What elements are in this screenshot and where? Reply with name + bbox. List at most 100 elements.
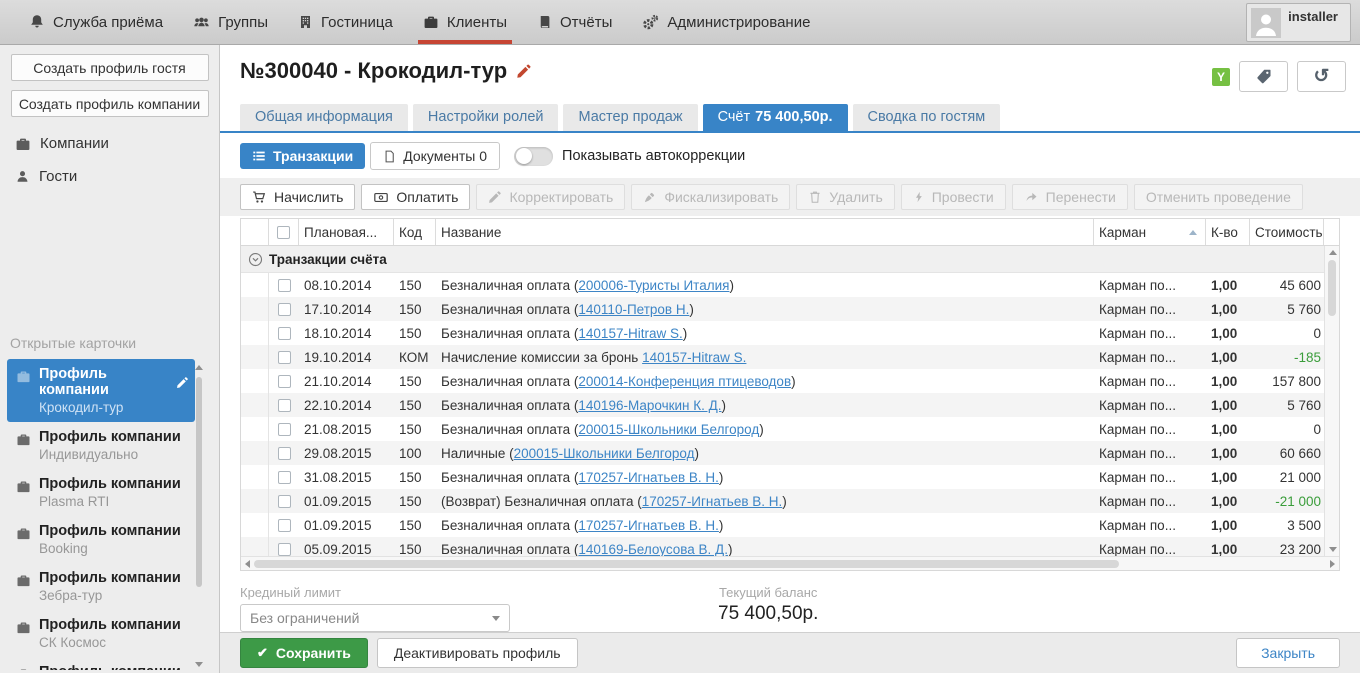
create-guest-profile-button[interactable]: Создать профиль гостя [11, 54, 209, 81]
button-label: Удалить [829, 189, 882, 205]
tab-role-settings[interactable]: Настройки ролей [413, 104, 559, 131]
delete-button[interactable]: Удалить [796, 184, 894, 210]
group-row-account-transactions[interactable]: Транзакции счёта [241, 246, 1339, 273]
row-checkbox[interactable] [278, 519, 291, 532]
booking-link[interactable]: 170257-Игнатьев В. Н. [578, 470, 719, 485]
transaction-row: 22.10.2014150Безналичная оплата (140196-… [241, 393, 1339, 417]
table-horizontal-scrollbar[interactable] [241, 556, 1339, 570]
scroll-down-arrow[interactable] [1329, 547, 1337, 552]
booking-link[interactable]: 140110-Петров Н. [578, 302, 689, 317]
booking-link[interactable]: 170257-Игнатьев В. Н. [642, 494, 783, 509]
history-button[interactable]: ↺ [1297, 61, 1346, 92]
booking-link[interactable]: 140157-Hitraw S. [578, 326, 682, 341]
credit-limit-select[interactable]: Без ограничений [240, 604, 510, 632]
transactions-subtab[interactable]: Транзакции [240, 143, 365, 169]
booking-link[interactable]: 140157-Hitraw S. [642, 350, 746, 365]
user-menu[interactable]: installer [1246, 3, 1351, 42]
booking-link[interactable]: 200014-Конференция птицеводов [578, 374, 791, 389]
cancel-posting-button[interactable]: Отменить проведение [1134, 184, 1303, 210]
pay-button[interactable]: Оплатить [361, 184, 470, 210]
open-card-sk-kosmos[interactable]: Профиль компании СК Космос [7, 610, 195, 657]
open-card-partial[interactable]: Профиль компании [7, 657, 195, 670]
app-window: Служба приёма Группы Гостиница Клиенты О… [0, 0, 1360, 673]
row-checkbox[interactable] [278, 471, 291, 484]
sidebar-scrollbar[interactable] [195, 365, 203, 667]
row-checkbox[interactable] [278, 423, 291, 436]
name-text: ) [683, 326, 688, 341]
card-title: Профиль компании [39, 570, 181, 586]
tab-general-info[interactable]: Общая информация [240, 104, 408, 131]
nav-item-administration[interactable]: Администрирование [627, 0, 825, 44]
row-checkbox[interactable] [278, 303, 291, 316]
booking-link[interactable]: 200015-Школьники Белгород [514, 446, 695, 461]
transfer-button[interactable]: Перенести [1012, 184, 1128, 210]
document-icon [383, 149, 396, 164]
row-checkbox[interactable] [278, 543, 291, 556]
scroll-up-arrow[interactable] [195, 365, 203, 370]
tab-sales-master[interactable]: Мастер продаж [563, 104, 697, 131]
booking-link[interactable]: 140196-Марочкин К. Д. [578, 398, 721, 413]
documents-subtab[interactable]: Документы 0 [370, 142, 500, 170]
scroll-up-arrow[interactable] [1329, 250, 1337, 255]
scrollbar-thumb[interactable] [1328, 260, 1336, 316]
open-card-individualno[interactable]: Профиль компании Индивидуально [7, 422, 195, 469]
booking-link[interactable]: 200015-Школьники Белгород [578, 422, 759, 437]
header-code[interactable]: Код [394, 219, 436, 245]
open-card-plasma-rti[interactable]: Профиль компании Plasma RTI [7, 469, 195, 516]
sidebar-item-guests[interactable]: Гости [0, 160, 219, 193]
post-button[interactable]: Провести [901, 184, 1006, 210]
header-pocket[interactable]: Карман [1094, 219, 1206, 245]
header-qty[interactable]: К-во [1206, 219, 1250, 245]
booking-link[interactable]: 170257-Игнатьев В. Н. [578, 518, 719, 533]
header-planned-date[interactable]: Плановая... [299, 219, 394, 245]
autocorrections-toggle[interactable] [514, 147, 553, 166]
booking-link[interactable]: 200006-Туристы Италия [578, 278, 729, 293]
create-company-profile-button[interactable]: Создать профиль компании [11, 90, 209, 117]
save-button[interactable]: ✔Сохранить [240, 638, 368, 668]
scrollbar-thumb[interactable] [196, 377, 202, 587]
tags-button[interactable] [1239, 61, 1288, 92]
open-card-booking[interactable]: Профиль компании Booking [7, 516, 195, 563]
accrue-button[interactable]: Начислить [240, 184, 355, 210]
select-all-checkbox[interactable] [277, 226, 290, 239]
correct-button[interactable]: Корректировать [476, 184, 625, 210]
edit-title-pencil-icon[interactable] [516, 63, 532, 79]
row-checkbox[interactable] [278, 375, 291, 388]
subtab-label: Транзакции [273, 148, 353, 164]
nav-item-groups[interactable]: Группы [178, 0, 283, 44]
status-badge: Y [1212, 68, 1230, 86]
booking-link[interactable]: 140169-Белоусова В. Д. [578, 542, 728, 557]
row-checkbox[interactable] [278, 447, 291, 460]
fiscalize-button[interactable]: Фискализировать [631, 184, 790, 210]
open-card-krokodil-tur[interactable]: Профиль компании Крокодил-тур [7, 359, 195, 422]
deactivate-profile-button[interactable]: Деактивировать профиль [377, 638, 578, 668]
nav-item-reception[interactable]: Служба приёма [14, 0, 178, 44]
close-button[interactable]: Закрыть [1236, 638, 1340, 668]
row-checkbox[interactable] [278, 399, 291, 412]
table-vertical-scrollbar[interactable] [1324, 246, 1339, 556]
sidebar-item-companies[interactable]: Компании [0, 127, 219, 160]
nav-item-hotel[interactable]: Гостиница [283, 0, 408, 44]
open-card-zebra-tur[interactable]: Профиль компании Зебра-тур [7, 563, 195, 610]
row-checkbox[interactable] [278, 495, 291, 508]
cell-code: 150 [394, 398, 436, 413]
nav-item-reports[interactable]: Отчёты [522, 0, 627, 44]
row-checkbox[interactable] [278, 327, 291, 340]
header-cost[interactable]: Стоимость [1250, 219, 1324, 245]
row-checkbox[interactable] [278, 279, 291, 292]
sort-asc-icon [1189, 230, 1197, 235]
scroll-left-arrow[interactable] [245, 560, 250, 568]
collapse-circle-icon[interactable] [241, 252, 269, 267]
nav-item-clients[interactable]: Клиенты [408, 0, 522, 44]
scrollbar-thumb[interactable] [254, 560, 1119, 568]
current-balance-value: 75 400,50р. [718, 603, 818, 625]
tab-guests-summary[interactable]: Сводка по гостям [853, 104, 1001, 131]
name-text: Начисление комиссии за бронь [441, 350, 642, 365]
cell-pocket: Карман по... [1094, 278, 1206, 293]
scroll-down-arrow[interactable] [195, 662, 203, 667]
name-text: ) [728, 542, 733, 557]
tab-account[interactable]: Счёт75 400,50р. [703, 104, 848, 131]
row-checkbox[interactable] [278, 351, 291, 364]
header-name[interactable]: Название [436, 219, 1094, 245]
scroll-right-arrow[interactable] [1330, 560, 1335, 568]
